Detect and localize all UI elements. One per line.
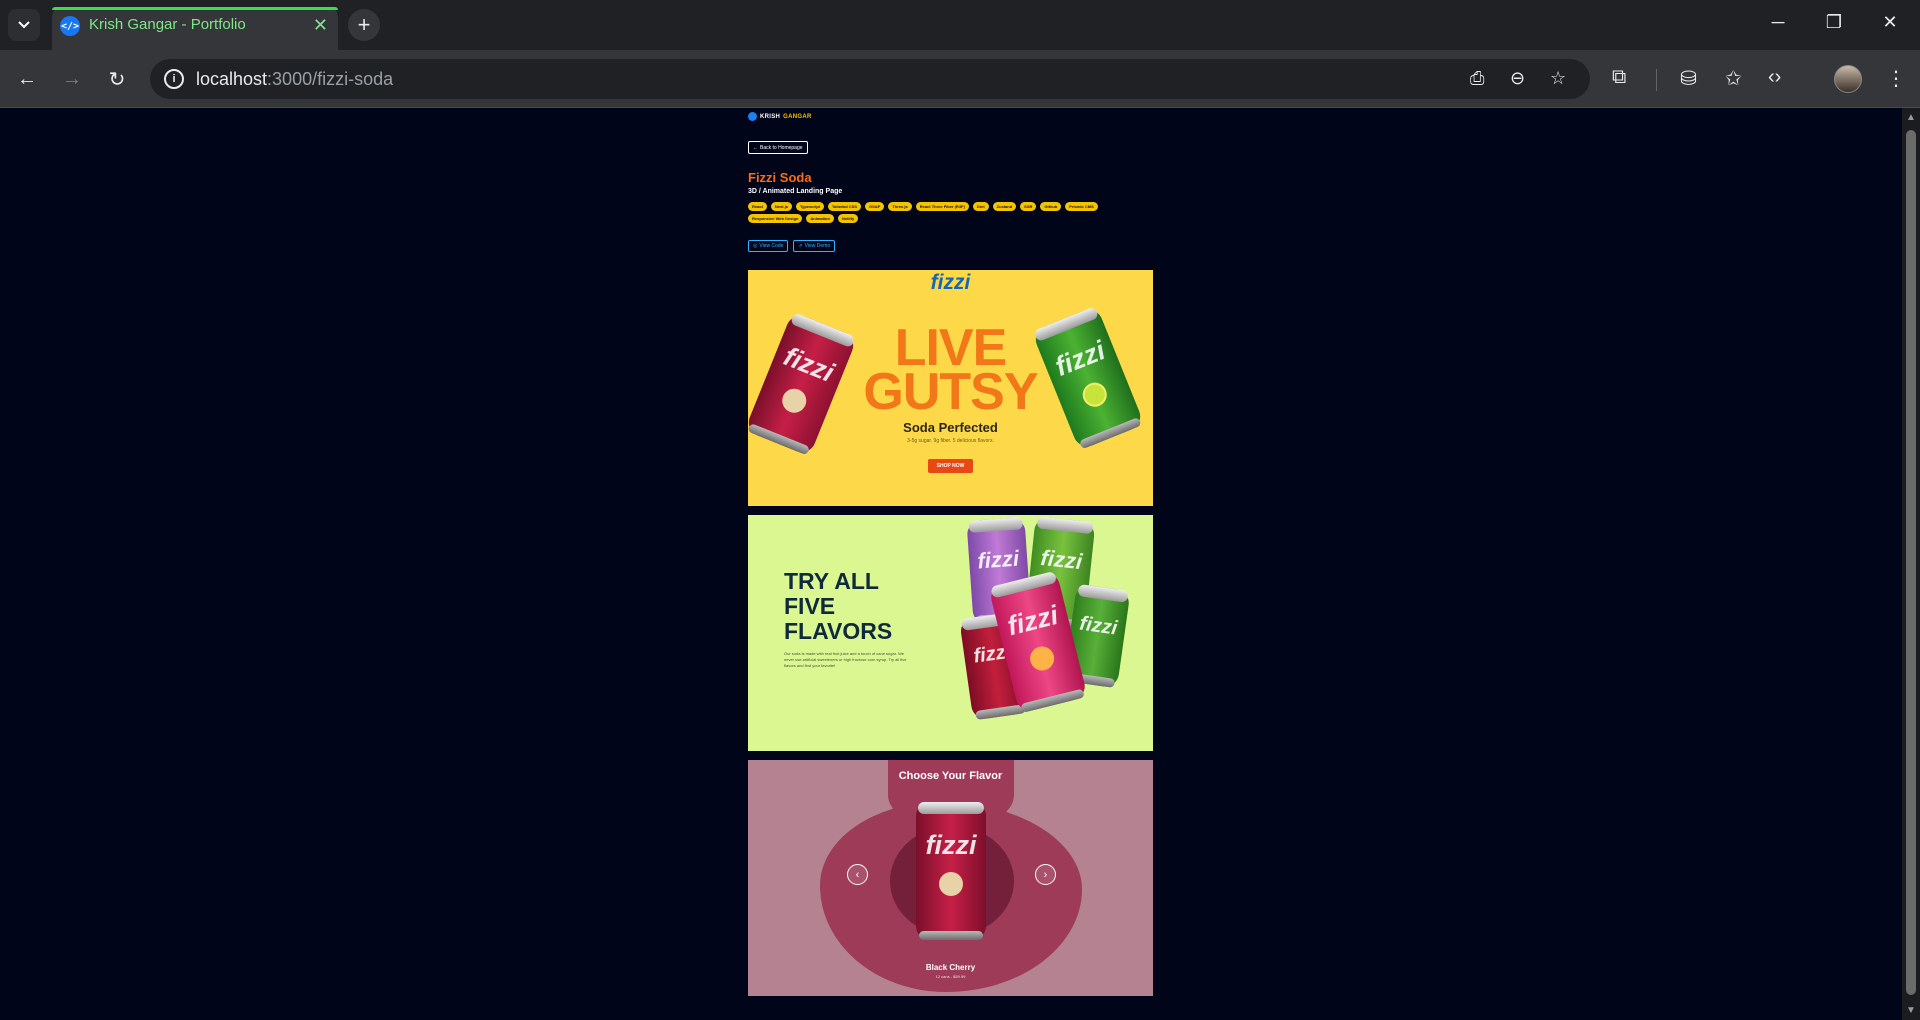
github-icon: ◎ [753,243,758,249]
logo-mark-icon [748,112,757,121]
logo-first-name: KRISH [760,113,781,120]
close-tab-icon[interactable]: ✕ [313,15,328,36]
address-bar[interactable]: i localhost:3000/fizzi-soda ⎙ ⊖ ☆ [150,59,1590,99]
zoom-out-icon[interactable]: ⊖ [1510,68,1525,89]
chevron-left-icon: ‹ [855,868,860,881]
previous-flavor-button[interactable]: ‹ [847,864,868,885]
tech-tag: Next.js [770,202,793,211]
favorites-icon[interactable]: ✩ [1725,66,1742,91]
chevron-down-icon [18,21,30,29]
back-to-homepage-button[interactable]: ← Back to Homepage [748,141,808,154]
project-title: Fizzi Soda [748,170,812,185]
view-demo-label: View Demo [804,243,831,249]
shop-now-button[interactable]: SHOP NOW [928,459,973,473]
hero-tagline: Soda Perfected [903,420,998,435]
url-path: :3000/fizzi-soda [267,69,394,89]
project-subtitle: 3D / Animated Landing Page [748,188,843,195]
view-code-button[interactable]: ◎ View Code [748,240,789,252]
tech-tag: Netlify [837,214,859,223]
vertical-scrollbar[interactable]: ▲ ▼ [1902,108,1920,1020]
minimize-icon[interactable]: ─ [1758,12,1798,33]
profile-avatar[interactable] [1834,65,1862,93]
url-host: localhost [196,69,268,89]
tab-search-button[interactable] [8,9,40,41]
tech-tag: Typescript [796,202,824,211]
external-link-icon: ⇗ [798,243,803,249]
back-arrow-icon[interactable]: ← [12,64,42,94]
can-logo-text: fizzi [1039,544,1084,575]
tech-tag: Drei [972,202,989,211]
carousel-title: Choose Your Flavor [898,770,1003,782]
flavors-heading-line2: FIVE [784,593,836,619]
extensions-icon[interactable]: ⧉ [1612,66,1626,89]
flavor-price: 12 cans - $59.99 [935,974,966,979]
hero-screenshot: fizzi fizzi fizzi LIVE GUTSY Soda Perfec… [748,270,1153,506]
browser-toolbar: ← → ↻ i localhost:3000/fizzi-soda ⎙ ⊖ ☆ … [0,50,1920,108]
tech-tag: Zustand [992,202,1017,211]
site-logo[interactable]: KRISH GANGAR [748,112,812,121]
toolbar-divider [1656,69,1657,91]
hero-headline-line2: GUTSY [863,363,1038,421]
close-window-icon[interactable]: ✕ [1870,12,1910,33]
tech-tag: Responsive Web Design [748,214,803,223]
hero-subtext: 3-5g sugar. 9g fiber. 5 delicious flavor… [907,438,994,444]
tech-tag: Tailwind CSS [827,202,862,211]
reload-icon[interactable]: ↻ [102,64,132,94]
tech-tags: React Next.js Typescript Tailwind CSS GSAP Th… [748,202,1128,223]
fizzi-logo: fizzi [930,271,971,294]
flavors-heading-line1: TRY ALL [784,568,879,594]
logo-last-name: GANGAR [783,113,812,120]
scrollbar-thumb[interactable] [1906,130,1916,995]
restore-icon[interactable]: ❐ [1814,12,1854,33]
view-demo-button[interactable]: ⇗ View Demo [793,240,836,252]
bookmark-star-icon[interactable]: ☆ [1550,68,1566,89]
tab-title: Krish Gangar - Portfolio [89,16,246,33]
black-cherry-can-image: fizzi [916,802,986,940]
carousel-screenshot: Choose Your Flavor fizzi ‹ › Black Cherr… [748,760,1153,996]
tech-tag: Animation [806,214,834,223]
can-logo-text: fizzi [1078,612,1119,640]
tech-tag: Prismic CMS [1065,202,1098,211]
tech-tag: GSAP [865,202,885,211]
next-flavor-button[interactable]: › [1035,864,1056,885]
install-app-icon[interactable]: ⎙ [1470,68,1484,89]
incognito-icon[interactable]: ⛁ [1680,66,1697,91]
chevron-right-icon: › [1043,868,1048,881]
new-tab-button[interactable]: + [348,9,380,41]
scroll-up-arrow-icon[interactable]: ▲ [1906,112,1916,123]
tech-tag: Github [1040,202,1062,211]
url-text[interactable]: localhost:3000/fizzi-soda [196,69,393,90]
tech-tag: React [748,202,767,211]
can-logo-text: fizzi [976,545,1020,574]
tab-group-accent [52,7,338,10]
arrow-left-icon: ← [753,144,758,151]
can-logo-text: fizzi [925,830,977,860]
site-info-icon[interactable]: i [164,69,184,89]
scroll-down-arrow-icon[interactable]: ▼ [1906,1005,1916,1016]
code-favicon-icon: </> [60,16,80,36]
tech-tag: SSR [1020,202,1037,211]
tab-strip: </> Krish Gangar - Portfolio ✕ + ─ ❐ ✕ [0,0,1920,50]
forward-arrow-icon[interactable]: → [57,64,87,94]
project-links: ◎ View Code ⇗ View Demo [748,240,836,252]
menu-kebab-icon[interactable]: ⋮ [1886,66,1906,91]
flavors-screenshot: TRY ALL FIVE FLAVORS Our soda is made wi… [748,515,1153,751]
flavor-name: Black Cherry [925,963,976,972]
flavors-heading-line3: FLAVORS [784,618,893,644]
tech-tag: Three.js [888,202,912,211]
active-tab[interactable]: </> Krish Gangar - Portfolio ✕ [52,7,338,50]
page-viewport: KRISH GANGAR ← Back to Homepage Fizzi So… [0,108,1902,1020]
tech-tag: React Three Fiber (R3F) [915,202,969,211]
can-logo-text: fizzi [1004,599,1062,642]
flavors-description: Our soda is made with real fruit juice a… [784,651,907,668]
devtools-code-icon[interactable]: ‹› [1768,66,1781,89]
back-label: Back to Homepage [760,144,803,151]
view-code-label: View Code [759,243,784,249]
